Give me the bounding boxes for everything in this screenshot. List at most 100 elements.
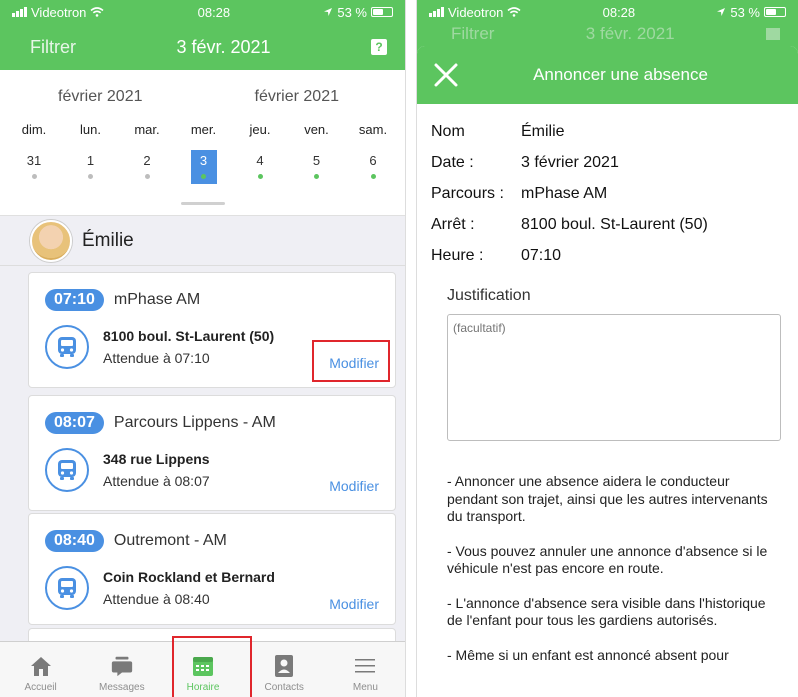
day-number: 6 [360,150,386,184]
home-icon [29,654,53,678]
tab-accueil[interactable]: Accueil [0,642,81,697]
carrier-name: Videotron [448,4,504,20]
day-strip: dim. 31 lun. 1 mar. 2 mer. 3 jeu. 4 ven. 5 sam. 6 [0,106,405,184]
note-paragraph: - Même si un enfant est annoncé absent p… [447,646,729,663]
bus-icon [45,448,89,492]
detail-label: Arrêt : [431,215,475,233]
day-status-dot [201,174,206,179]
day-status-dot [257,174,263,179]
day-4[interactable]: jeu. 4 [242,122,278,184]
clock: 08:28 [602,4,636,20]
battery-percent: 53 % [730,4,760,20]
detail-row: Date : 3 février 2021 [431,147,798,178]
day-number-text: 4 [256,153,264,168]
help-icon[interactable]: ? [370,39,387,55]
trip-route: Parcours Lippens - AM [113,414,276,431]
status-right: 53 % [716,5,786,20]
child-row[interactable]: Émilie [0,216,405,266]
signal-icon [12,7,27,17]
drag-handle[interactable] [180,202,225,205]
filter-button[interactable]: Filtrer [30,37,76,58]
month-label-left: février 2021 [58,88,143,105]
schedule-header: Filtrer 3 févr. 2021 ? [0,24,405,70]
tab-label: Accueil [24,682,57,693]
status-right: 53 % [323,5,393,20]
day-number: 2 [134,150,160,184]
modify-button[interactable]: Modifier [329,596,379,612]
justification-label: Justification [447,287,531,304]
detail-value: 3 février 2021 [521,153,619,171]
day-number: 3 [190,150,217,184]
day-number-text: 5 [312,153,321,168]
tab-messages[interactable]: Messages [81,642,162,697]
day-name: ven. [304,122,329,137]
trip-route: Outremont - AM [113,532,227,549]
detail-label: Nom [431,122,465,140]
child-name: Émilie [82,229,134,251]
modal-title: Annoncer une absence [533,65,708,84]
absence-screen: Videotron 08:28 53 % Filtrer 3 févr. 202… [416,0,798,697]
carrier-name: Videotron [31,4,87,20]
close-icon[interactable] [433,62,459,88]
day-number: 31 [21,150,47,184]
detail-row: Arrêt : 8100 boul. St-Laurent (50) [431,209,798,240]
day-name: lun. [80,122,101,137]
header-behind-modal: Filtrer 3 févr. 2021 [417,24,798,44]
day-number-text: 1 [86,153,95,168]
day-number: 4 [247,150,273,184]
day-number-text: 2 [143,153,151,168]
avatar [30,219,72,262]
day-status-dot [144,174,150,179]
detail-label: Date : [431,153,474,171]
note-paragraph: - Vous pouvez annuler une annonce d'abse… [447,542,768,577]
menu-icon [353,654,377,678]
location-arrow-icon [324,8,333,16]
status-bar: Videotron 08:28 53 % [417,0,798,24]
tab-menu[interactable]: Menu [325,642,405,697]
day-status-dot [31,174,37,179]
status-bar: Videotron 08:28 53 % [0,0,405,24]
help-icon-behind [765,28,780,40]
trip-time-badge: 08:40 [45,530,104,552]
modify-button[interactable]: Modifier [329,478,379,494]
stop-name: Coin Rockland et Bernard [103,569,275,585]
detail-value: Émilie [521,122,565,140]
day-status-dot [314,174,319,179]
absence-modal: Annoncer une absence Nom Émilie Date : 3 fé… [417,46,798,697]
day-1[interactable]: lun. 1 [73,122,109,184]
trip-route: mPhase AM [113,291,201,308]
tab-label: Contacts [264,682,304,693]
trip-card[interactable]: 08:40 Outremont - AM Coin Rockland et Bern… [28,513,396,625]
month-label-right: février 2021 [254,88,340,105]
day-6[interactable]: sam. 6 [355,122,391,184]
detail-row: Parcours : mPhase AM [431,178,798,209]
tab-contacts[interactable]: Contacts [244,642,325,697]
schedule-screen: Videotron 08:28 53 % Filtrer 3 févr. 202… [0,0,406,697]
day-0[interactable]: dim. 31 [16,122,52,184]
day-number-text: 31 [26,153,42,168]
trip-card[interactable]: 08:07 Parcours Lippens - AM 348 rue Lippen… [28,395,396,511]
day-name: jeu. [249,122,271,137]
day-number: 5 [304,150,330,184]
bus-icon [45,566,89,610]
day-3[interactable]: mer. 3 [186,122,222,184]
note-paragraph: - L'annonce d'absence sera visible dans … [447,594,766,629]
top-bar: Videotron 08:28 53 % Filtrer 3 févr. 202… [0,0,405,70]
highlight-modifier [312,340,390,382]
day-name: sam. [358,122,388,137]
trip-time-badge: 07:10 [45,289,104,311]
day-2[interactable]: mar. 2 [129,122,165,184]
battery-icon [370,7,393,17]
day-5[interactable]: ven. 5 [299,122,335,184]
day-name: mer. [190,122,217,137]
location-arrow-icon [717,8,726,16]
detail-value: 07:10 [521,246,562,264]
justification-input[interactable] [447,314,781,441]
clock: 08:28 [197,4,231,20]
detail-label: Parcours : [431,184,504,202]
detail-row: Nom Émilie [431,116,798,147]
contacts-icon [272,654,296,678]
modal-header: Annoncer une absence [417,46,798,104]
detail-value: 8100 boul. St-Laurent (50) [521,215,708,233]
day-number: 1 [78,150,104,184]
